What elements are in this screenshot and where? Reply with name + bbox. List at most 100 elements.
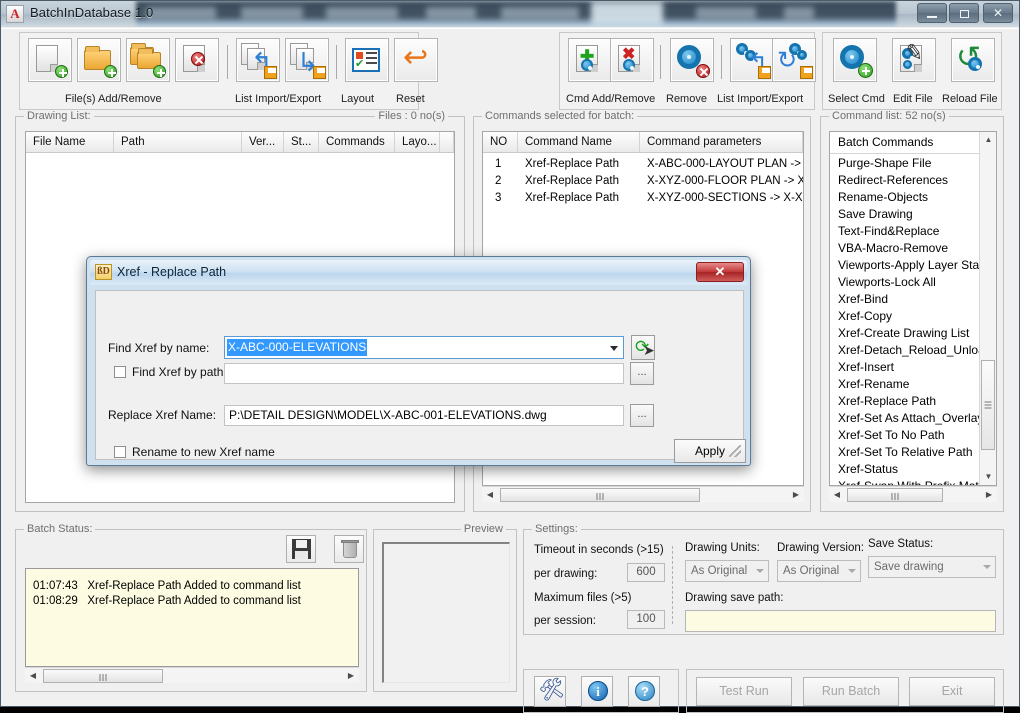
layout-button[interactable]: ✔: [345, 38, 389, 82]
test-run-button[interactable]: Test Run: [696, 677, 792, 706]
command-list-item[interactable]: Viewports-Lock All: [830, 274, 996, 291]
help-button[interactable]: ?: [628, 676, 660, 707]
vscroll-thumb[interactable]: [981, 360, 995, 450]
scroll-right-arrow[interactable]: ▶: [981, 487, 997, 503]
cmd-list-export-button[interactable]: ↻: [772, 38, 816, 82]
batch-status-hscrollbar[interactable]: ◀ ▶: [25, 667, 359, 683]
find-by-path-checkbox[interactable]: [114, 366, 126, 378]
column-version[interactable]: Ver...: [242, 132, 284, 152]
commands-batch-hscrollbar[interactable]: ◀ ▶: [482, 486, 804, 502]
file-remove-button[interactable]: [175, 38, 219, 82]
scroll-down-arrow[interactable]: ▼: [980, 469, 996, 485]
clear-log-button[interactable]: [334, 535, 364, 563]
replace-name-browse-button[interactable]: ...: [630, 404, 654, 427]
command-list-item[interactable]: Rename-Objects: [830, 189, 996, 206]
folder-add-button[interactable]: [77, 38, 121, 82]
file-add-button[interactable]: [28, 38, 72, 82]
command-list-item[interactable]: Xref-Insert: [830, 359, 996, 376]
timeout-input[interactable]: 600: [627, 563, 665, 582]
command-list-item[interactable]: Xref-Rename: [830, 376, 996, 393]
column-commands[interactable]: Commands: [319, 132, 395, 152]
command-list-item[interactable]: Xref-Bind: [830, 291, 996, 308]
remove-button[interactable]: [670, 38, 714, 82]
scroll-left-arrow[interactable]: ◀: [829, 487, 845, 503]
command-list-item[interactable]: Xref-Create Drawing List: [830, 325, 996, 342]
command-list-item[interactable]: Xref-Set To No Path: [830, 427, 996, 444]
command-list-item[interactable]: Purge-Shape File: [830, 155, 996, 172]
command-list-hscrollbar[interactable]: ◀ ▶: [829, 486, 997, 502]
hscroll-thumb[interactable]: [500, 487, 700, 502]
hscroll-thumb[interactable]: [847, 487, 943, 502]
save-path-input[interactable]: [685, 610, 996, 632]
drawing-version-select[interactable]: As Original: [777, 560, 861, 582]
save-status-label: Save Status:: [868, 538, 934, 550]
column-no[interactable]: NO: [483, 132, 518, 152]
list-import-button[interactable]: ↰: [236, 38, 280, 82]
scroll-up-arrow[interactable]: ▲: [980, 132, 996, 148]
maximize-button[interactable]: [949, 3, 979, 23]
list-export-button[interactable]: ↳: [285, 38, 329, 82]
edit-file-button[interactable]: ✎: [892, 38, 936, 82]
save-status-select[interactable]: Save drawing: [868, 556, 996, 578]
scroll-left-arrow[interactable]: ◀: [25, 668, 41, 684]
info-button[interactable]: i: [581, 676, 613, 707]
column-status[interactable]: St...: [284, 132, 319, 152]
find-by-path-input[interactable]: [224, 363, 624, 384]
hscroll-track[interactable]: [845, 487, 981, 503]
hscroll-track[interactable]: [41, 668, 343, 684]
command-list-item[interactable]: Save Drawing: [830, 206, 996, 223]
command-list-item[interactable]: Xref-Copy: [830, 308, 996, 325]
scroll-right-arrow[interactable]: ▶: [788, 487, 804, 503]
table-row[interactable]: 3 Xref-Replace Path X-XYZ-000-SECTIONS -…: [483, 190, 803, 207]
exit-button[interactable]: Exit: [909, 677, 995, 706]
column-command-name[interactable]: Command Name: [518, 132, 640, 152]
command-list-item[interactable]: Xref-Detach_Reload_Unload: [830, 342, 996, 359]
close-button[interactable]: ✕: [983, 3, 1013, 23]
command-list-item[interactable]: Xref-Set As Attach_Overlay: [830, 410, 996, 427]
command-list-item[interactable]: VBA-Macro-Remove: [830, 240, 996, 257]
run-batch-button[interactable]: Run Batch: [803, 677, 899, 706]
command-list-box[interactable]: Batch Commands Purge-Shape File Redirect-…: [829, 131, 997, 486]
select-cmd-button[interactable]: [833, 38, 877, 82]
command-list-item[interactable]: Text-Find&Replace: [830, 223, 996, 240]
dialog-resize-grip[interactable]: [729, 445, 741, 457]
table-row[interactable]: 1 Xref-Replace Path X-ABC-000-LAYOUT PLA…: [483, 156, 803, 173]
column-layout[interactable]: Layo...: [395, 132, 440, 152]
refresh-xref-button[interactable]: ⟳ ➤: [631, 335, 655, 360]
command-list-item[interactable]: Xref-Status: [830, 461, 996, 478]
dialog-close-button[interactable]: ✕: [696, 262, 744, 282]
maxfiles-input[interactable]: 100: [627, 610, 665, 629]
preview-canvas[interactable]: [382, 542, 510, 683]
table-row[interactable]: 2 Xref-Replace Path X-XYZ-000-FLOOR PLAN…: [483, 173, 803, 190]
find-by-name-combo[interactable]: X-ABC-000-ELEVATIONS: [224, 336, 624, 359]
hscroll-track[interactable]: [498, 487, 788, 503]
hscroll-thumb[interactable]: [43, 668, 163, 683]
rename-checkbox[interactable]: [114, 446, 126, 458]
cmd-remove-button[interactable]: ✖: [610, 38, 654, 82]
scroll-right-arrow[interactable]: ▶: [343, 668, 359, 684]
scroll-left-arrow[interactable]: ◀: [482, 487, 498, 503]
save-log-button[interactable]: [286, 535, 316, 563]
folders-add-button[interactable]: [126, 38, 170, 82]
command-list-vscrollbar[interactable]: ▲ ▼: [979, 132, 996, 485]
column-command-parameters[interactable]: Command parameters: [640, 132, 803, 152]
reset-button[interactable]: ↩: [394, 38, 438, 82]
batch-status-log[interactable]: 01:07:43 Xref-Replace Path Added to comm…: [25, 568, 359, 667]
chevron-down-icon[interactable]: [610, 346, 618, 351]
command-list-item[interactable]: Redirect-References: [830, 172, 996, 189]
command-list-item[interactable]: Xref-Set To Relative Path: [830, 444, 996, 461]
column-extra[interactable]: [440, 132, 454, 152]
command-list-item[interactable]: Xref-Swap With Prefix Matching: [830, 478, 996, 485]
column-path[interactable]: Path: [114, 132, 242, 152]
find-by-path-browse-button[interactable]: ...: [630, 362, 654, 385]
tools-button[interactable]: 🛠: [534, 676, 566, 707]
reload-file-button[interactable]: ↺: [951, 38, 995, 82]
cmd-list-import-button[interactable]: ↰: [730, 38, 774, 82]
cmd-add-button[interactable]: ✚: [568, 38, 612, 82]
command-list-item[interactable]: Viewports-Apply Layer State: [830, 257, 996, 274]
replace-name-input[interactable]: P:\DETAIL DESIGN\MODEL\X-ABC-001-ELEVATI…: [224, 405, 624, 426]
minimize-button[interactable]: [917, 3, 947, 23]
drawing-units-select[interactable]: As Original: [685, 560, 769, 582]
column-file-name[interactable]: File Name: [26, 132, 114, 152]
command-list-item[interactable]: Xref-Replace Path: [830, 393, 996, 410]
